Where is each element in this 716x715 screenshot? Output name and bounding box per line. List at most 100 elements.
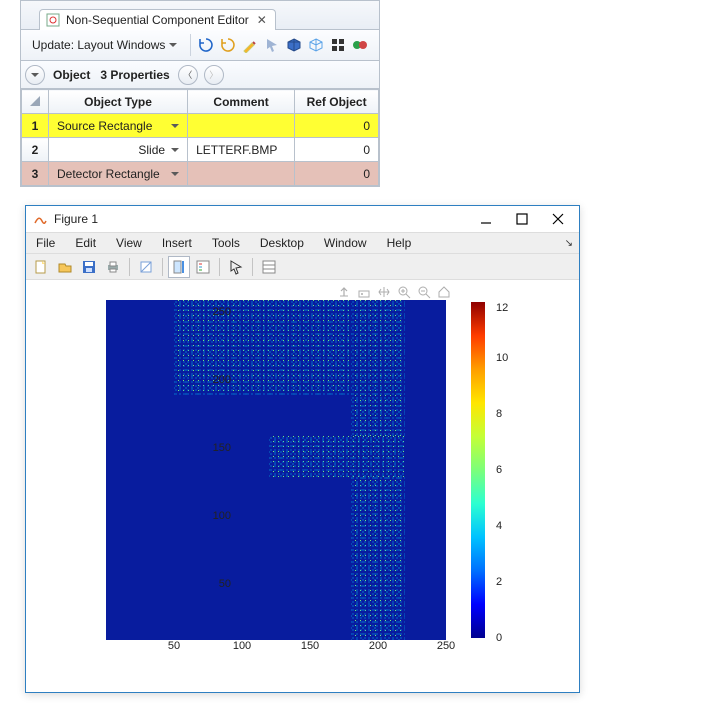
menu-window[interactable]: Window xyxy=(314,234,377,252)
col-ref-object[interactable]: Ref Object xyxy=(295,90,379,114)
figure-window: Figure 1 File Edit View Insert Tools Des… xyxy=(25,205,580,693)
maximize-button[interactable] xyxy=(505,208,539,230)
toolbar-separator xyxy=(129,258,130,276)
object-type-cell[interactable]: Detector Rectangle xyxy=(49,162,188,186)
table-row[interactable]: 2 Slide LETTERF.BMP 0 xyxy=(22,138,379,162)
close-icon[interactable]: ✕ xyxy=(257,13,267,27)
zoom-out-icon[interactable] xyxy=(416,284,432,300)
nsc-tab[interactable]: Non-Sequential Component Editor ✕ xyxy=(39,9,276,30)
figure-toolbar xyxy=(26,254,579,280)
insert-colorbar-icon[interactable] xyxy=(168,256,190,278)
draw-icon[interactable] xyxy=(241,36,259,54)
nsc-tab-title: Non-Sequential Component Editor xyxy=(66,13,249,27)
menu-tools[interactable]: Tools xyxy=(202,234,250,252)
x-tick-label: 50 xyxy=(168,640,180,710)
dock-icon[interactable]: ↘ xyxy=(565,238,579,249)
home-icon[interactable] xyxy=(436,284,452,300)
menu-view[interactable]: View xyxy=(106,234,152,252)
cube-icon[interactable] xyxy=(285,36,303,54)
pan-icon[interactable] xyxy=(376,284,392,300)
row-index: 3 xyxy=(22,162,49,186)
axes[interactable] xyxy=(106,300,446,640)
nsc-toolbar: Update: Layout Windows xyxy=(21,29,379,61)
cube-wire-icon[interactable] xyxy=(307,36,325,54)
refresh-icon[interactable] xyxy=(197,36,215,54)
y-tick-label: 100 xyxy=(213,510,231,522)
y-tick-label: 50 xyxy=(219,578,231,590)
ref-object-cell[interactable]: 0 xyxy=(295,114,379,138)
colorbar-tick-label: 8 xyxy=(496,408,502,420)
chevron-down-icon[interactable] xyxy=(171,124,179,128)
zoom-in-icon[interactable] xyxy=(396,284,412,300)
colorbar-tick-label: 2 xyxy=(496,576,502,588)
menu-file[interactable]: File xyxy=(26,234,65,252)
expand-toggle-button[interactable] xyxy=(25,65,45,85)
save-icon[interactable] xyxy=(78,256,100,278)
figure-menubar: File Edit View Insert Tools Desktop Wind… xyxy=(26,232,579,254)
colorbar-tick-label: 0 xyxy=(496,632,502,644)
col-comment[interactable]: Comment xyxy=(188,90,295,114)
close-button[interactable] xyxy=(541,208,575,230)
update-layout-windows-button[interactable]: Update: Layout Windows xyxy=(25,34,184,56)
open-icon[interactable] xyxy=(54,256,76,278)
comment-cell[interactable] xyxy=(188,114,295,138)
print-icon[interactable] xyxy=(102,256,124,278)
chevron-down-icon[interactable] xyxy=(171,172,179,176)
toolbar-separator xyxy=(162,258,163,276)
col-object-type[interactable]: Object Type xyxy=(49,90,188,114)
next-button[interactable]: 〉 xyxy=(204,65,224,85)
edit-plot-icon[interactable] xyxy=(225,256,247,278)
comment-cell[interactable]: LETTERF.BMP xyxy=(188,138,295,162)
toolbar-separator xyxy=(219,258,220,276)
menu-desktop[interactable]: Desktop xyxy=(250,234,314,252)
comment-cell[interactable] xyxy=(188,162,295,186)
brush-icon[interactable] xyxy=(356,284,372,300)
x-tick-label: 200 xyxy=(369,640,387,710)
figure-titlebar[interactable]: Figure 1 xyxy=(26,206,579,232)
x-tick-label: 100 xyxy=(233,640,251,710)
properties-label: 3 Properties xyxy=(100,68,169,82)
open-properties-icon[interactable] xyxy=(258,256,280,278)
pointer-icon[interactable] xyxy=(263,36,281,54)
chevron-down-icon[interactable] xyxy=(171,148,179,152)
update-layout-label: Update: Layout Windows xyxy=(32,38,165,52)
refresh-all-icon[interactable] xyxy=(219,36,237,54)
ref-object-cell[interactable]: 0 xyxy=(295,138,379,162)
object-type-cell[interactable]: Source Rectangle xyxy=(49,114,188,138)
prev-button[interactable]: 〈 xyxy=(178,65,198,85)
menu-insert[interactable]: Insert xyxy=(152,234,202,252)
object-label: Object xyxy=(53,68,90,82)
new-figure-icon[interactable] xyxy=(30,256,52,278)
object-type-label: Source Rectangle xyxy=(57,119,152,133)
figure-canvas: 250 200 150 100 50 50 100 150 200 250 0 … xyxy=(26,280,579,692)
export-icon[interactable] xyxy=(336,284,352,300)
figure-title: Figure 1 xyxy=(54,212,467,226)
nsc-tabbar: Non-Sequential Component Editor ✕ xyxy=(21,1,379,29)
heatmap-image xyxy=(106,300,446,640)
insert-legend-icon[interactable] xyxy=(192,256,214,278)
colorbar-tick-label: 4 xyxy=(496,520,502,532)
y-tick-label: 150 xyxy=(213,442,231,454)
y-tick-label: 200 xyxy=(213,374,231,386)
row-index: 1 xyxy=(22,114,49,138)
table-row[interactable]: 1 Source Rectangle 0 xyxy=(22,114,379,138)
dual-dots-icon[interactable] xyxy=(351,36,369,54)
table-row[interactable]: 3 Detector Rectangle 0 xyxy=(22,162,379,186)
minimize-button[interactable] xyxy=(469,208,503,230)
chevron-down-icon xyxy=(31,73,39,77)
col-corner[interactable] xyxy=(22,90,49,114)
object-type-cell[interactable]: Slide xyxy=(49,138,188,162)
ref-object-cell[interactable]: 0 xyxy=(295,162,379,186)
menu-edit[interactable]: Edit xyxy=(65,234,106,252)
object-type-label: Slide xyxy=(138,143,165,157)
x-tick-label: 150 xyxy=(301,640,319,710)
toolbar-separator xyxy=(190,34,191,56)
toolbar-separator xyxy=(252,258,253,276)
link-plot-icon[interactable] xyxy=(135,256,157,278)
colorbar[interactable] xyxy=(471,302,485,638)
grid-icon[interactable] xyxy=(329,36,347,54)
menu-help[interactable]: Help xyxy=(377,234,422,252)
colorbar-tick-label: 10 xyxy=(496,352,508,364)
axes-floating-toolbar xyxy=(336,284,452,300)
objects-table: Object Type Comment Ref Object 1 Source … xyxy=(21,89,379,186)
